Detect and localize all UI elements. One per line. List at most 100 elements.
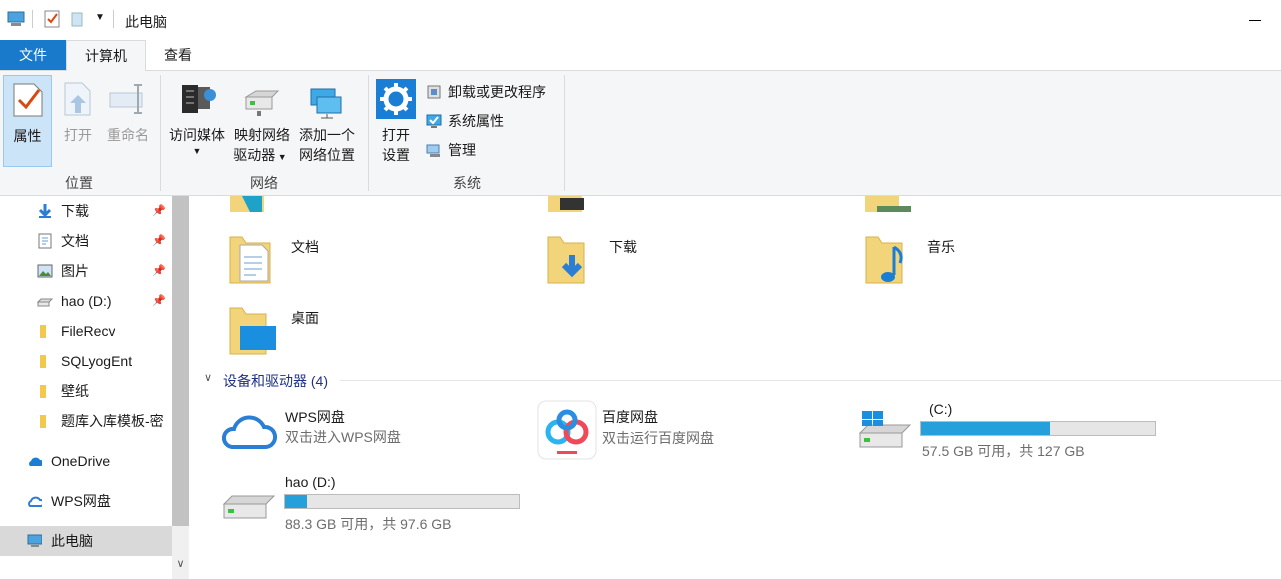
- new-folder-icon[interactable]: [70, 10, 86, 28]
- properties-check-icon: [13, 83, 43, 117]
- group-separator: [564, 75, 565, 191]
- desktop-folder-icon: [229, 307, 276, 355]
- device-baidu-netdisk[interactable]: 百度网盘 双击运行百度网盘: [537, 400, 857, 470]
- sidebar-item-label: 下载: [61, 203, 89, 219]
- settings-gear-icon: [376, 79, 416, 119]
- sidebar-item-hao-d[interactable]: hao (D:) 📌: [0, 286, 172, 316]
- music-folder-top-icon[interactable]: [863, 196, 913, 214]
- windows-drive-icon: [858, 411, 912, 448]
- folder-name: 下载: [609, 239, 637, 255]
- access-media-button[interactable]: 访问媒体 ▼: [164, 75, 230, 167]
- sidebar-item-label: WPS网盘: [51, 493, 111, 509]
- ribbon: 属性 打开 重命名 位置 访问媒体 ▼ 映射网络 驱动器 ▼ 添加一个 网络位置: [0, 71, 1281, 196]
- properties-check-icon[interactable]: [44, 10, 62, 28]
- device-name: 百度网盘: [602, 409, 658, 425]
- sidebar-item-documents[interactable]: 文档 📌: [0, 226, 172, 256]
- add-network-location-button[interactable]: 添加一个 网络位置: [295, 75, 359, 167]
- folder-icon: [40, 355, 46, 368]
- scroll-down-arrow-icon[interactable]: ∨: [172, 556, 189, 573]
- manage-button[interactable]: 管理: [426, 139, 476, 161]
- folder-icon: [40, 325, 46, 338]
- pin-icon[interactable]: 📌: [152, 265, 166, 277]
- device-drive-d[interactable]: hao (D:) 88.3 GB 可用，共 97.6 GB: [220, 474, 540, 544]
- group-label-system: 系统: [453, 175, 481, 191]
- drive-usage-fill: [921, 422, 1050, 435]
- pin-icon[interactable]: 📌: [152, 205, 166, 217]
- drive-usage-bar: [284, 494, 520, 509]
- map-network-drive-button[interactable]: 映射网络 驱动器 ▼: [230, 75, 294, 167]
- content-pane: 文档 下载 音乐 桌面 ∨ 设备和驱动器 (4) WPS网盘 双击进入WPS网盘: [190, 196, 1281, 579]
- device-wps-cloud[interactable]: WPS网盘 双击进入WPS网盘: [220, 407, 540, 477]
- uninstall-programs-button[interactable]: 卸载或更改程序: [426, 81, 546, 103]
- folder-downloads[interactable]: 下载: [544, 233, 844, 293]
- computer-icon[interactable]: [6, 10, 26, 28]
- settings-label-1: 打开: [382, 127, 410, 143]
- computer-icon: [27, 534, 42, 547]
- map-drive-label-2: 驱动器: [233, 147, 276, 163]
- ribbon-tabs: 文件 计算机 查看: [0, 40, 1281, 72]
- minimize-button[interactable]: [1245, 8, 1265, 28]
- drive-usage-fill: [285, 495, 307, 508]
- settings-label-2: 设置: [382, 147, 410, 163]
- folder-documents[interactable]: 文档: [226, 233, 526, 293]
- drive-icon: [37, 298, 53, 307]
- wps-cloud-icon: [222, 415, 277, 449]
- sidebar-item-wps[interactable]: WPS网盘: [0, 486, 172, 516]
- divider: [32, 10, 33, 28]
- sidebar-item-sqlyogent[interactable]: SQLyogEnt: [0, 346, 172, 376]
- sidebar-item-onedrive[interactable]: OneDrive: [0, 446, 172, 476]
- sidebar-item-downloads[interactable]: 下载 📌: [0, 196, 172, 226]
- open-file-icon: [64, 82, 91, 116]
- add-location-label-2: 网络位置: [299, 147, 355, 163]
- device-name: hao (D:): [285, 474, 336, 490]
- group-label-network: 网络: [250, 175, 278, 191]
- system-properties-button[interactable]: 系统属性: [426, 110, 504, 132]
- section-heading-devices[interactable]: 设备和驱动器 (4): [223, 371, 328, 391]
- sidebar-scrollbar[interactable]: ∨: [172, 196, 189, 579]
- properties-label: 属性: [13, 128, 42, 144]
- sidebar-item-label: OneDrive: [51, 453, 111, 469]
- sidebar-item-pictures[interactable]: 图片 📌: [0, 256, 172, 286]
- quick-access-dropdown-icon[interactable]: ▼: [95, 12, 105, 23]
- wps-cloud-icon: [28, 496, 42, 507]
- device-drive-c[interactable]: (C:) 57.5 GB 可用，共 127 GB: [856, 401, 1176, 471]
- open-button[interactable]: 打开: [56, 75, 100, 167]
- sidebar-item-label: hao (D:): [61, 293, 112, 309]
- group-label-location: 位置: [65, 175, 93, 191]
- sidebar-item-label: 壁纸: [61, 383, 89, 399]
- device-subtitle: 双击运行百度网盘: [602, 430, 714, 446]
- properties-button[interactable]: 属性: [3, 75, 52, 167]
- device-subtitle: 88.3 GB 可用，共 97.6 GB: [285, 516, 452, 532]
- folder-name: 音乐: [927, 239, 955, 255]
- uninstall-label: 卸载或更改程序: [448, 84, 546, 100]
- system-properties-label: 系统属性: [448, 113, 504, 129]
- scrollbar-thumb[interactable]: [172, 196, 189, 526]
- rename-button[interactable]: 重命名: [102, 75, 154, 167]
- sidebar-item-wallpaper[interactable]: 壁纸: [0, 376, 172, 406]
- cloud-icon: [29, 457, 42, 466]
- sidebar-item-label: 图片: [61, 263, 89, 279]
- videos-folder-icon[interactable]: [228, 196, 274, 214]
- sidebar-item-this-pc[interactable]: 此电脑: [0, 526, 172, 556]
- pictures-folder-icon[interactable]: [546, 196, 592, 214]
- rename-icon: [109, 84, 143, 114]
- tab-view[interactable]: 查看: [148, 40, 208, 70]
- device-name: (C:): [929, 401, 953, 417]
- collapse-chevron-icon[interactable]: ∨: [204, 371, 212, 384]
- manage-computer-icon: [426, 144, 440, 157]
- pin-icon[interactable]: 📌: [152, 235, 166, 247]
- music-folder-icon: [865, 236, 903, 284]
- folder-music[interactable]: 音乐: [862, 233, 1162, 293]
- tab-file[interactable]: 文件: [0, 40, 66, 70]
- pin-icon[interactable]: 📌: [152, 295, 166, 307]
- add-location-label-1: 添加一个: [299, 127, 355, 143]
- manage-label: 管理: [448, 142, 476, 158]
- media-server-icon: [182, 85, 216, 113]
- drive-usage-bar: [920, 421, 1156, 436]
- sidebar-item-filerecv[interactable]: FileRecv: [0, 316, 172, 346]
- sidebar-item-template[interactable]: 题库入库模板-密: [0, 406, 172, 436]
- tab-computer[interactable]: 计算机: [66, 40, 146, 72]
- open-settings-button[interactable]: 打开 设置: [373, 75, 419, 167]
- folder-desktop[interactable]: 桌面: [226, 304, 526, 364]
- map-drive-label-2-wrap: 驱动器 ▼: [226, 145, 294, 167]
